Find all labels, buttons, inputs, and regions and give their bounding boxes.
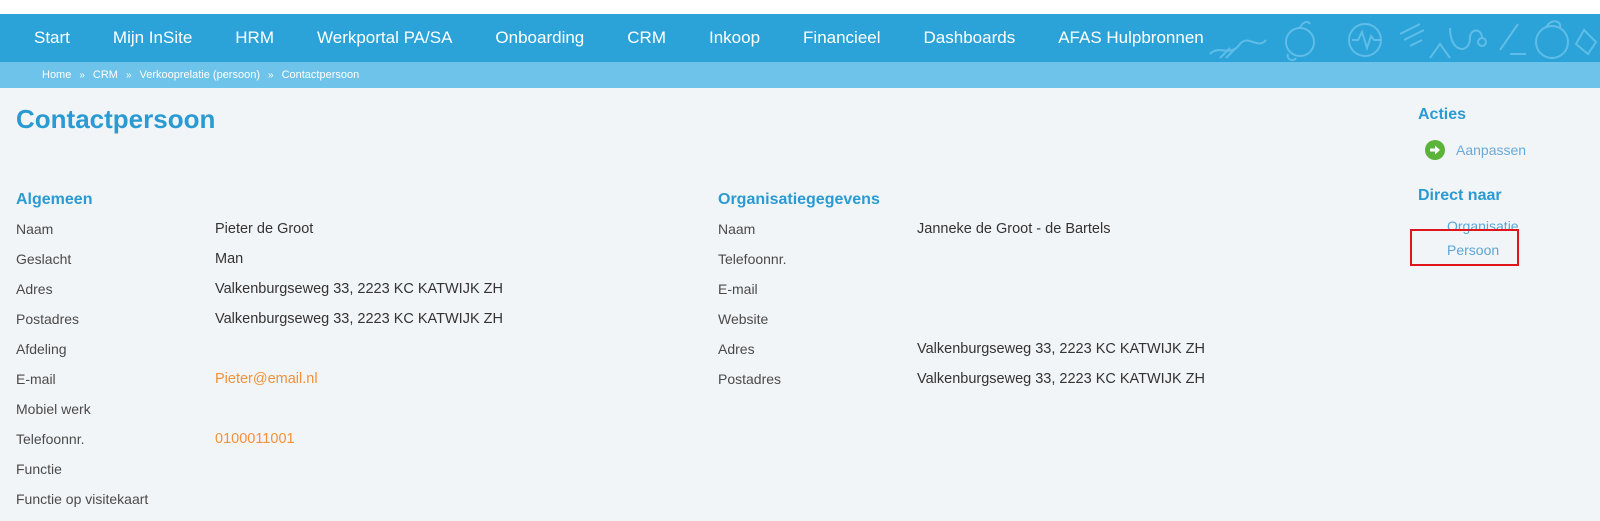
breadcrumb: Home » CRM » Verkooprelatie (persoon) » … [42, 62, 359, 88]
field-value: Valkenburgseweg 33, 2223 KC KATWIJK ZH [917, 341, 1205, 357]
org-row-postadres: Postadres Valkenburgseweg 33, 2223 KC KA… [718, 371, 1318, 401]
field-label: Functie [16, 461, 62, 477]
breadcrumb-bar: Home » CRM » Verkooprelatie (persoon) » … [0, 62, 1600, 88]
field-value: Valkenburgseweg 33, 2223 KC KATWIJK ZH [215, 281, 503, 297]
field-value: Valkenburgseweg 33, 2223 KC KATWIJK ZH [215, 311, 503, 327]
field-value: Valkenburgseweg 33, 2223 KC KATWIJK ZH [917, 371, 1205, 387]
field-row-postadres: Postadres Valkenburgseweg 33, 2223 KC KA… [16, 311, 696, 341]
nav-item-inkoop[interactable]: Inkoop [709, 28, 760, 48]
field-label: Naam [718, 221, 756, 237]
nav-item-dashboards[interactable]: Dashboards [924, 28, 1016, 48]
nav-item-onboarding[interactable]: Onboarding [495, 28, 584, 48]
field-row-afdeling: Afdeling [16, 341, 696, 371]
field-label: Postadres [718, 371, 782, 387]
nav-item-hrm[interactable]: HRM [235, 28, 274, 48]
field-row-naam: Naam Pieter de Groot [16, 221, 696, 251]
breadcrumb-contactpersoon[interactable]: Contactpersoon [282, 69, 360, 81]
page-title: Contactpersoon [16, 104, 216, 134]
org-row-naam: Naam Janneke de Groot - de Bartels [718, 221, 1318, 251]
field-label: Telefoonnr. [718, 251, 787, 267]
field-label: Mobiel werk [16, 401, 91, 417]
email-link[interactable]: Pieter@email.nl [215, 371, 318, 387]
breadcrumb-verkooprelatie[interactable]: Verkooprelatie (persoon) [140, 69, 260, 81]
nav-item-werkportal[interactable]: Werkportal PA/SA [317, 28, 452, 48]
field-label: Website [718, 311, 769, 327]
nav-item-crm[interactable]: CRM [627, 28, 666, 48]
breadcrumb-separator: » [79, 69, 85, 81]
field-label: Functie op visitekaart [16, 491, 149, 507]
highlight-box [1410, 229, 1519, 266]
field-value: Janneke de Groot - de Bartels [917, 221, 1111, 237]
field-label: Telefoonnr. [16, 431, 85, 447]
field-label: Adres [718, 341, 755, 357]
phone-link[interactable]: 0100011001 [215, 431, 295, 447]
field-label: Naam [16, 221, 54, 237]
field-label: Afdeling [16, 341, 67, 357]
field-value: Pieter de Groot [215, 221, 314, 237]
org-row-email: E-mail [718, 281, 1318, 311]
field-label: Adres [16, 281, 53, 297]
breadcrumb-home[interactable]: Home [42, 69, 71, 81]
nav-item-afas-hulpbronnen[interactable]: AFAS Hulpbronnen [1058, 28, 1204, 48]
nav-items: Start Mijn InSite HRM Werkportal PA/SA O… [20, 14, 1233, 62]
field-row-telefoonnr: Telefoonnr. 0100011001 [16, 431, 696, 461]
aanpassen-label: Aanpassen [1456, 142, 1527, 158]
field-label: Postadres [16, 311, 80, 327]
field-row-adres: Adres Valkenburgseweg 33, 2223 KC KATWIJ… [16, 281, 696, 311]
acties-title: Acties [1418, 106, 1467, 123]
field-label: E-mail [718, 281, 758, 297]
field-row-mobiel-werk: Mobiel werk [16, 401, 696, 431]
org-row-telefoonnr: Telefoonnr. [718, 251, 1318, 281]
field-label: Geslacht [16, 251, 72, 267]
arrow-right-icon [1425, 140, 1445, 160]
direct-naar-title: Direct naar [1418, 187, 1502, 204]
field-row-functie: Functie [16, 461, 696, 491]
nav-item-mijn-insite[interactable]: Mijn InSite [113, 28, 192, 48]
nav-item-financieel[interactable]: Financieel [803, 28, 881, 48]
org-row-adres: Adres Valkenburgseweg 33, 2223 KC KATWIJ… [718, 341, 1318, 371]
breadcrumb-separator: » [268, 69, 274, 81]
top-strip [0, 0, 1600, 14]
field-row-geslacht: Geslacht Man [16, 251, 696, 281]
aanpassen-action[interactable]: Aanpassen [1425, 139, 1526, 161]
nav-item-start[interactable]: Start [34, 28, 70, 48]
org-row-website: Website [718, 311, 1318, 341]
breadcrumb-separator: » [125, 69, 132, 81]
field-label: E-mail [16, 371, 56, 387]
main-navigation: Start Mijn InSite HRM Werkportal PA/SA O… [0, 14, 1600, 62]
field-row-email: E-mail Pieter@email.nl [16, 371, 696, 401]
section-title-algemeen: Algemeen [16, 191, 93, 208]
section-title-organisatiegegevens: Organisatiegegevens [718, 191, 880, 208]
breadcrumb-crm[interactable]: CRM [93, 69, 118, 81]
field-row-functie-op-visitekaart: Functie op visitekaart [16, 491, 696, 521]
medical-doodle-icon [1209, 20, 1598, 62]
field-value: Man [215, 251, 244, 267]
